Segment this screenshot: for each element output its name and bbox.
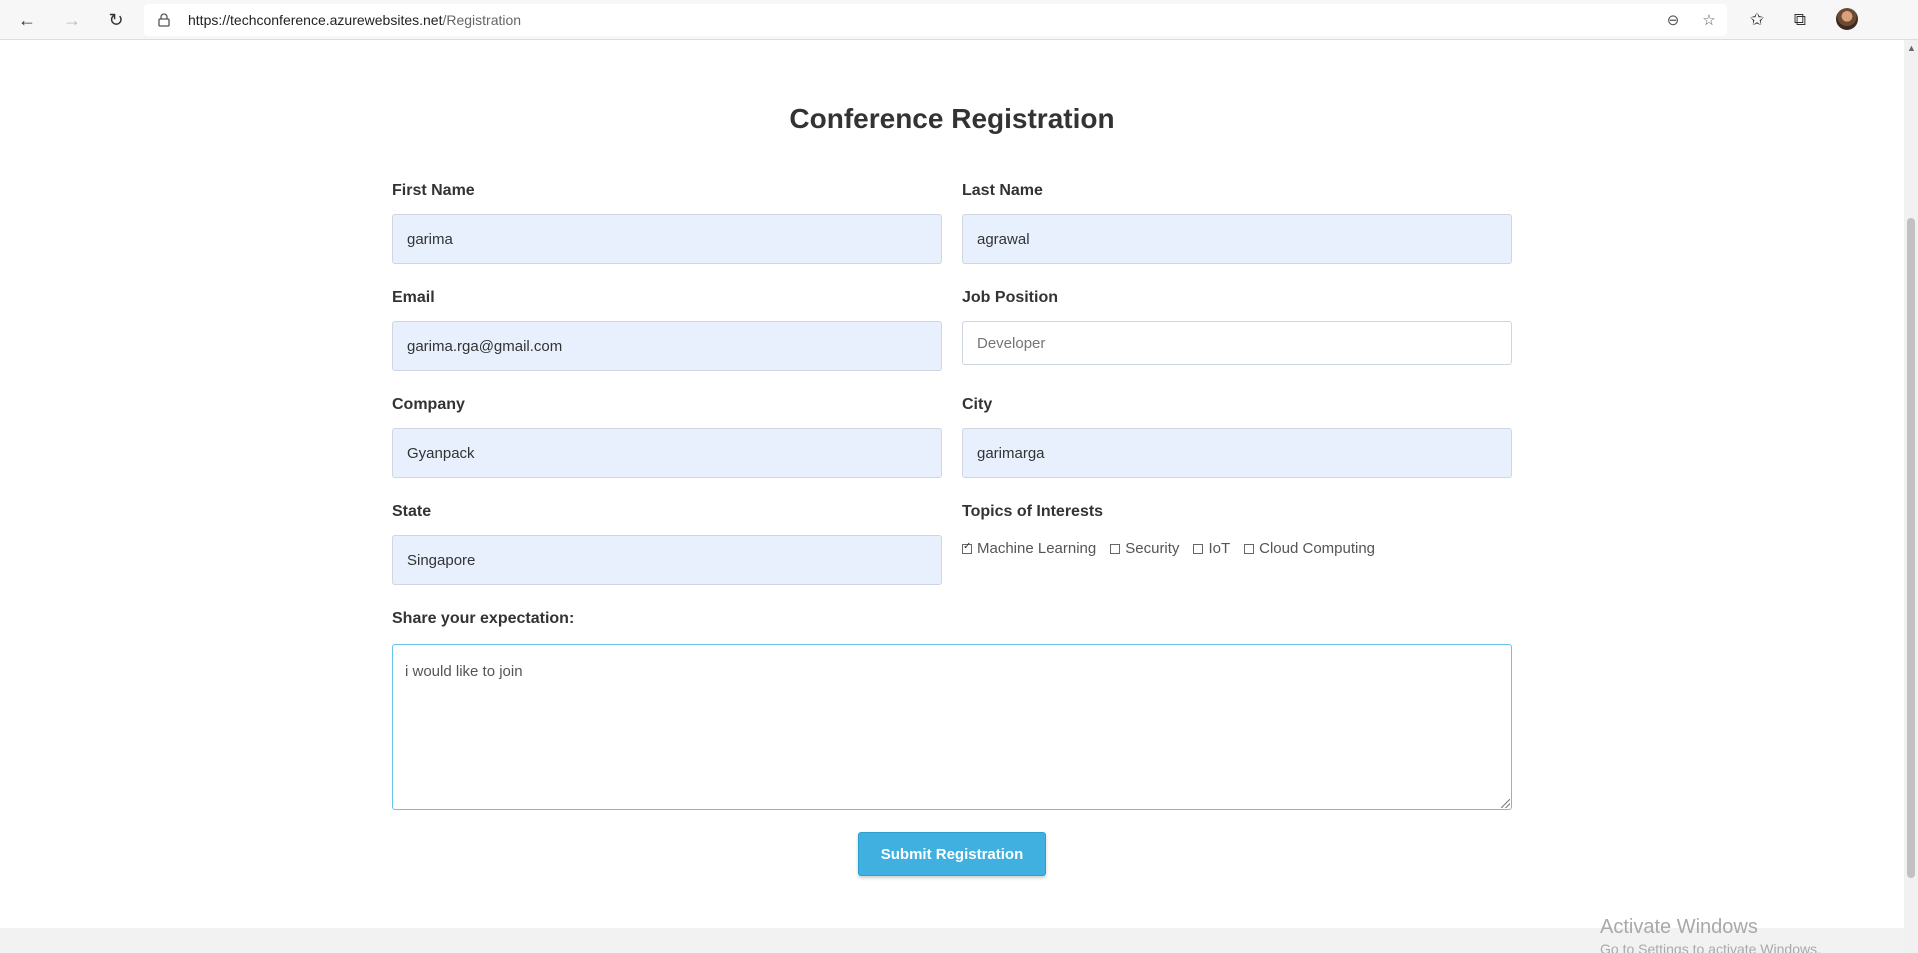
company-input[interactable]: [392, 428, 942, 478]
checkbox-cloud-computing[interactable]: [1244, 543, 1255, 554]
forward-icon[interactable]: →: [59, 7, 85, 33]
page-scrollbar[interactable]: ▲: [1904, 40, 1918, 953]
lock-icon: [158, 13, 170, 27]
add-favorite-icon[interactable]: ☆: [1699, 10, 1719, 30]
page-title: Conference Registration: [789, 103, 1115, 134]
expectation-textarea[interactable]: i would like to join: [392, 644, 1512, 810]
scroll-thumb[interactable]: [1907, 218, 1915, 878]
city-input[interactable]: [962, 428, 1512, 478]
back-icon[interactable]: ←: [14, 7, 40, 33]
topic-label: Security: [1125, 540, 1180, 557]
topic-label: Cloud Computing: [1259, 540, 1376, 557]
email-label: Email: [392, 289, 435, 306]
browser-toolbar: ← → ↻ https://techconference.azurewebsit…: [0, 0, 1918, 40]
url-host: https://techconference.azurewebsites.net: [188, 12, 443, 28]
last-name-label: Last Name: [962, 182, 1043, 199]
checkbox-machine-learning[interactable]: [962, 541, 972, 554]
state-input[interactable]: [392, 535, 942, 585]
topic-iot[interactable]: IoT: [1193, 540, 1230, 557]
profile-avatar[interactable]: [1836, 8, 1858, 30]
watermark-line1: Activate Windows: [1600, 916, 1758, 938]
job-position-label: Job Position: [962, 289, 1058, 306]
submit-registration-button[interactable]: Submit Registration: [858, 832, 1046, 876]
collections-icon[interactable]: ⧉: [1787, 7, 1813, 33]
scroll-up-icon[interactable]: ▲: [1907, 44, 1916, 53]
watermark-line2: Go to Settings to activate Windows.: [1600, 941, 1821, 953]
first-name-label: First Name: [392, 182, 475, 199]
zoom-icon[interactable]: ⊖: [1663, 10, 1683, 30]
topic-label: Machine Learning: [977, 540, 1097, 557]
topic-machine-learning[interactable]: Machine Learning: [962, 540, 1096, 557]
email-input[interactable]: [392, 321, 942, 371]
state-label: State: [392, 503, 432, 520]
company-label: Company: [392, 396, 465, 413]
resize-grip-icon[interactable]: [1501, 799, 1510, 808]
topics-label: Topics of Interests: [962, 503, 1104, 520]
topic-security[interactable]: Security: [1110, 540, 1179, 557]
topic-label: IoT: [1208, 540, 1231, 557]
refresh-icon[interactable]: ↻: [103, 7, 129, 33]
topic-cloud-computing[interactable]: Cloud Computing: [1244, 540, 1375, 557]
topics-group: Machine Learning Security IoT Cloud Comp…: [962, 540, 1389, 557]
activate-windows-watermark: Activate Windows Go to Settings to activ…: [1600, 916, 1821, 953]
checkbox-security[interactable]: [1110, 543, 1121, 554]
city-label: City: [962, 396, 993, 413]
address-url: https://techconference.azurewebsites.net…: [188, 12, 521, 28]
url-path: /Registration: [442, 12, 522, 28]
first-name-input[interactable]: [392, 214, 942, 264]
job-position-input[interactable]: [962, 321, 1512, 365]
checkbox-iot[interactable]: [1193, 543, 1204, 554]
last-name-input[interactable]: [962, 214, 1512, 264]
favorites-icon[interactable]: ✩: [1744, 7, 1770, 33]
address-bar[interactable]: https://techconference.azurewebsites.net…: [144, 4, 1727, 36]
expectation-label: Share your expectation:: [392, 610, 575, 627]
